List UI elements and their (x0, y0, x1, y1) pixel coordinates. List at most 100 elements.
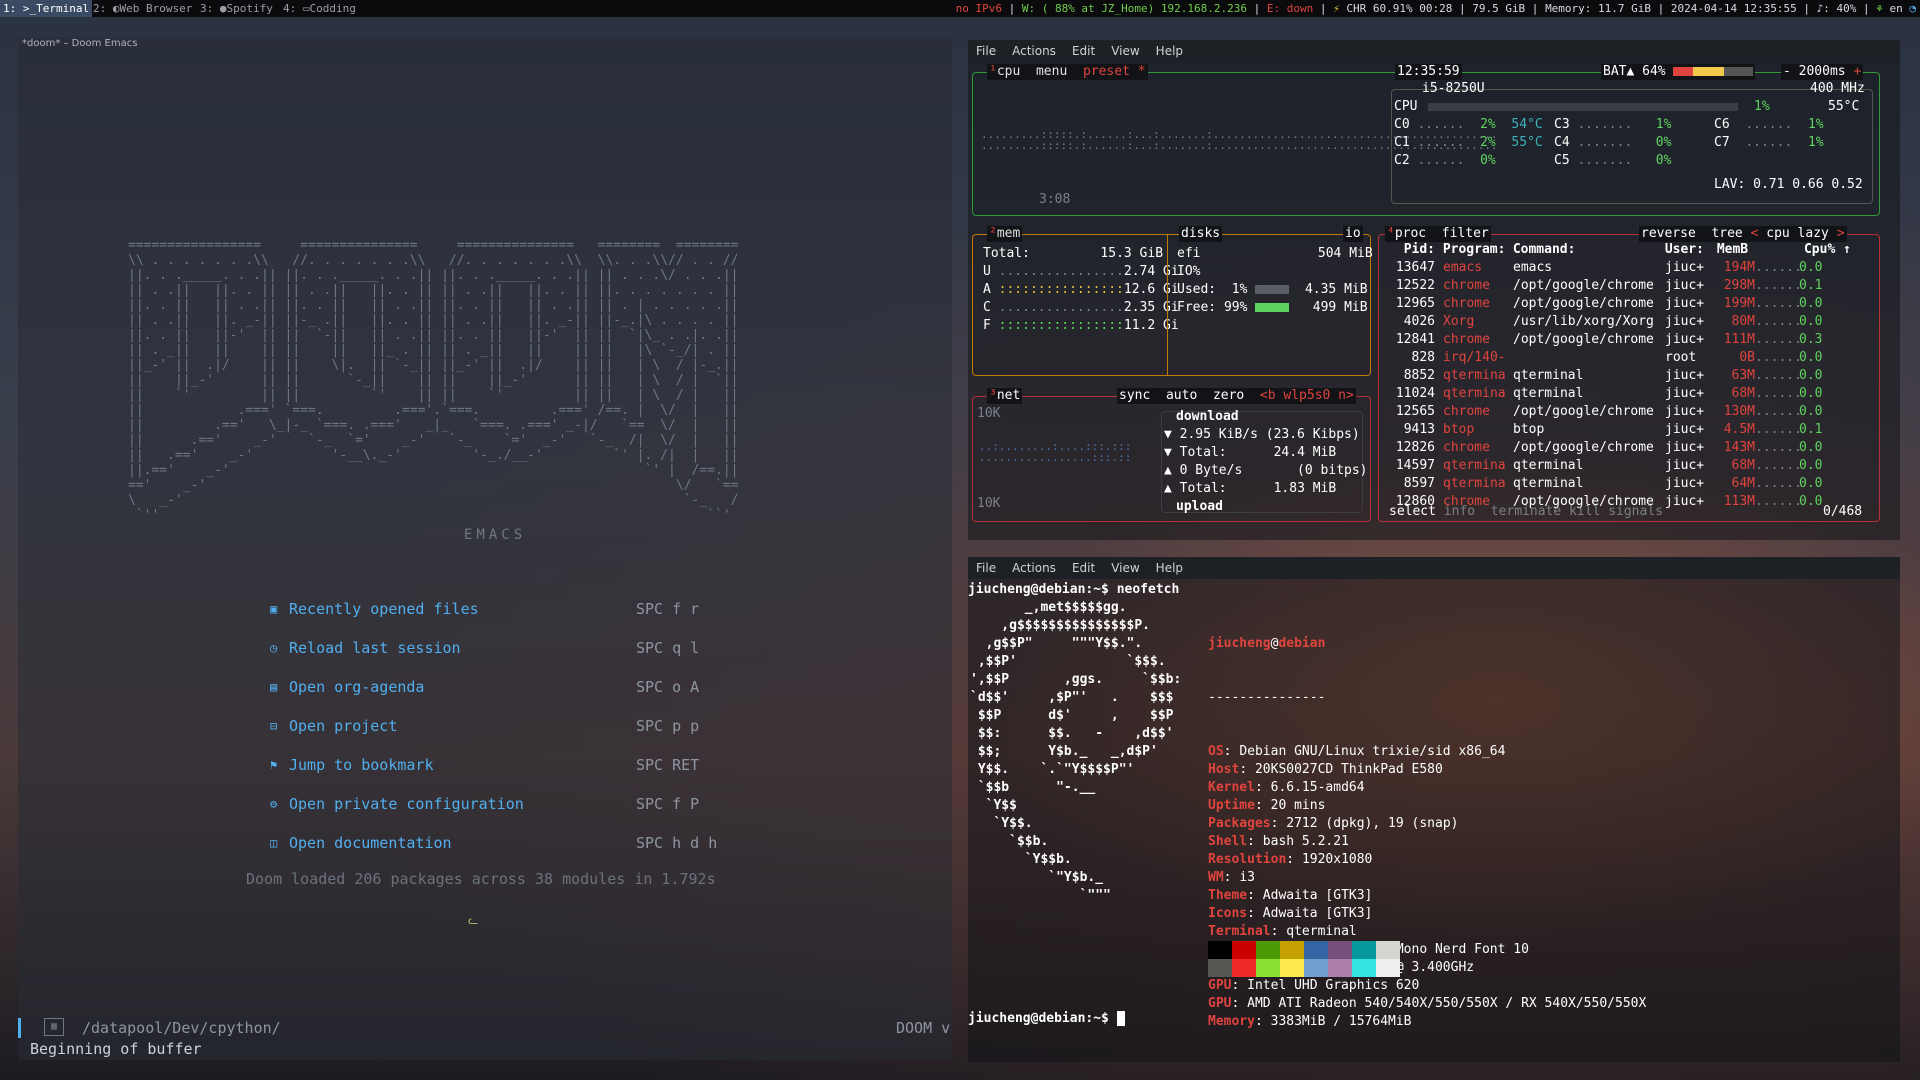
proc-row[interactable]: 4026 Xorg/usr/lib/xorg/Xorg jiuc+ 80M......… (1383, 313, 1829, 331)
preset-tab[interactable]: preset * (1083, 64, 1146, 79)
upload-label: upload (1176, 499, 1223, 514)
keyboard-layout[interactable]: en (1890, 2, 1903, 15)
neofetch-terminal[interactable]: File Actions Edit View Help jiucheng@debian:… (968, 557, 1900, 1062)
menu-bookmark[interactable]: ⚑ Jump to bookmark SPC RET (262, 754, 722, 793)
info-colon: : (1254, 1014, 1271, 1029)
menu-private-config[interactable]: ⚙ Open private configuration SPC f P (262, 793, 722, 832)
info-row: WM: i3 (1208, 869, 1646, 887)
proc-row[interactable]: 828 irq/140- root 0B......0.0 (1383, 349, 1829, 367)
shell-prompt[interactable]: jiucheng@debian:~$ (968, 1011, 1125, 1026)
filter-button[interactable]: filter (1442, 226, 1489, 241)
window-title: *doom* – Doom Emacs (22, 38, 138, 49)
memory-status: Memory: 11.7 GiB (1545, 2, 1652, 15)
menu-actions[interactable]: Actions (1012, 44, 1056, 58)
info-key: Theme (1208, 888, 1248, 903)
cpu-percent: 0.1 (1799, 422, 1823, 437)
disks-title[interactable]: disks (1179, 226, 1223, 242)
status-area: no IPv6 | W: ( 88% at JZ_Home) 192.168.2… (955, 2, 1916, 15)
menu-shortcut: SPC h d h (636, 834, 718, 852)
workspace-number: 4: (283, 2, 297, 15)
pid: 9413 (1403, 422, 1435, 437)
program: emacs (1443, 260, 1483, 275)
menu-tab[interactable]: menu (1036, 64, 1067, 79)
info-button[interactable]: info (1444, 504, 1475, 519)
wifi-icon: ◔ (1909, 2, 1916, 15)
proc-row[interactable]: 8597 qtermina qterminal jiuc+ 64M......0.0 (1383, 475, 1829, 493)
menu-help[interactable]: Help (1156, 561, 1183, 575)
core-c5: C5 ....... 0% (1554, 153, 1672, 168)
memory: 143M (1723, 440, 1755, 455)
info-row: Memory: 3383MiB / 15764MiB (1208, 1013, 1646, 1031)
core-c4: C4 ....... 0% (1554, 135, 1672, 150)
ethernet-status: E: down (1266, 2, 1314, 15)
user: jiuc+ (1665, 458, 1705, 473)
info-key: Resolution (1208, 852, 1287, 867)
proc-row[interactable]: 12841 chrome/opt/google/chrome jiuc+ 111M..… (1383, 331, 1829, 349)
user: jiuc+ (1665, 386, 1705, 401)
menu-org-agenda[interactable]: ▤ Open org-agenda SPC o A (262, 676, 722, 715)
menu-shortcut: SPC f P (636, 795, 700, 813)
menu-documentation[interactable]: ◫ Open documentation SPC h d h (262, 832, 722, 871)
mem-total: Total: 15.3 GiB (983, 246, 1164, 261)
proc-footer: select info terminate kill signals (1389, 503, 1663, 521)
color-swatch (1256, 959, 1280, 977)
menu-view[interactable]: View (1111, 561, 1139, 575)
pid: 8597 (1403, 476, 1435, 491)
terminate-button[interactable]: terminate (1491, 504, 1561, 519)
kill-button[interactable]: kill (1569, 504, 1600, 519)
info-row: Uptime: 20 mins (1208, 797, 1646, 815)
proc-row[interactable]: 9413 btop btop jiuc+ 4.5M......0.1 (1383, 421, 1829, 439)
proc-row[interactable]: 13647 emacs emacs jiuc+ 194M......0.0 (1383, 259, 1829, 277)
select-button[interactable]: select (1389, 504, 1436, 519)
proc-row[interactable]: 14597 qtermina qterminal jiuc+ 68M......0.0 (1383, 457, 1829, 475)
workspace-3[interactable]: 3: ●Spotify (197, 0, 276, 17)
menu-view[interactable]: View (1111, 44, 1139, 58)
menu-actions[interactable]: Actions (1012, 561, 1056, 575)
command: qterminal (1513, 368, 1584, 383)
workspace-2[interactable]: 2: ◐Web Browser (90, 0, 195, 17)
workspace-4[interactable]: 4: ▭Codding (280, 0, 359, 17)
info-key: Host (1208, 762, 1240, 777)
proc-row[interactable]: 11024 qtermina qterminal jiuc+ 68M......0.0 (1383, 385, 1829, 403)
proc-sort-controls[interactable]: reverse tree < cpu lazy > (1639, 226, 1847, 242)
cpu-graph: ...... (1755, 440, 1802, 455)
memory: 0B (1739, 350, 1755, 365)
proc-row[interactable]: 12965 chrome/opt/google/chrome jiuc+ 199M..… (1383, 295, 1829, 313)
color-swatch (1232, 941, 1256, 959)
proc-row[interactable]: 12565 chrome/opt/google/chrome jiuc+ 130M..… (1383, 403, 1829, 421)
menu-file[interactable]: File (976, 44, 996, 58)
memory: 113M (1723, 494, 1755, 509)
calendar-icon: ▤ (270, 680, 278, 694)
net-controls[interactable]: sync auto zero <b wlp5s0 n> (1117, 388, 1356, 404)
workspace-1[interactable]: 1: >_Terminal (0, 0, 93, 17)
system-info: jiucheng@debian --------------- OS: Debi… (1208, 599, 1646, 1067)
mem-disk-divider (1167, 235, 1168, 375)
menu-open-project[interactable]: ⊟ Open project SPC p p (262, 715, 722, 754)
io-toggle[interactable]: io (1343, 226, 1363, 242)
menu-file[interactable]: File (976, 561, 996, 575)
update-interval[interactable]: - 2000ms + (1781, 64, 1864, 80)
cpu-tab[interactable]: cpu (997, 64, 1020, 79)
program: btop (1443, 422, 1475, 437)
color-swatch (1304, 959, 1328, 977)
menu-recent-files[interactable]: ▣ Recently opened files SPC f r (262, 598, 722, 637)
proc-row[interactable]: 12826 chrome/opt/google/chrome jiuc+ 143M..… (1383, 439, 1829, 457)
info-row: OS: Debian GNU/Linux trixie/sid x86_64 (1208, 743, 1646, 761)
menu-edit[interactable]: Edit (1072, 561, 1095, 575)
info-row: Resolution: 1920x1080 (1208, 851, 1646, 869)
menu-help[interactable]: Help (1156, 44, 1183, 58)
core-c7: C7 ...... 1% (1714, 135, 1824, 150)
menu-reload-session[interactable]: ◷ Reload last session SPC q l (262, 637, 722, 676)
proc-row[interactable]: 8852 qtermina qterminal jiuc+ 63M......0.0 (1383, 367, 1829, 385)
menu-edit[interactable]: Edit (1072, 44, 1095, 58)
tray-icon[interactable]: ⚘ (1876, 2, 1883, 15)
emacs-window[interactable]: *doom* – Doom Emacs ================= ==… (18, 38, 952, 1060)
color-swatch (1376, 959, 1400, 977)
command-line: jiucheng@debian:~$ neofetch (968, 582, 1180, 597)
workspace-label: Spotify (226, 2, 273, 15)
proc-row[interactable]: 12522 chrome/opt/google/chrome jiuc+ 298M..… (1383, 277, 1829, 295)
signals-button[interactable]: signals (1608, 504, 1663, 519)
modeline-mode: DOOM v (896, 1019, 951, 1037)
btop-terminal[interactable]: File Actions Edit View Help ¹cpu menu preset… (968, 40, 1900, 540)
pid: 12565 (1395, 404, 1435, 419)
